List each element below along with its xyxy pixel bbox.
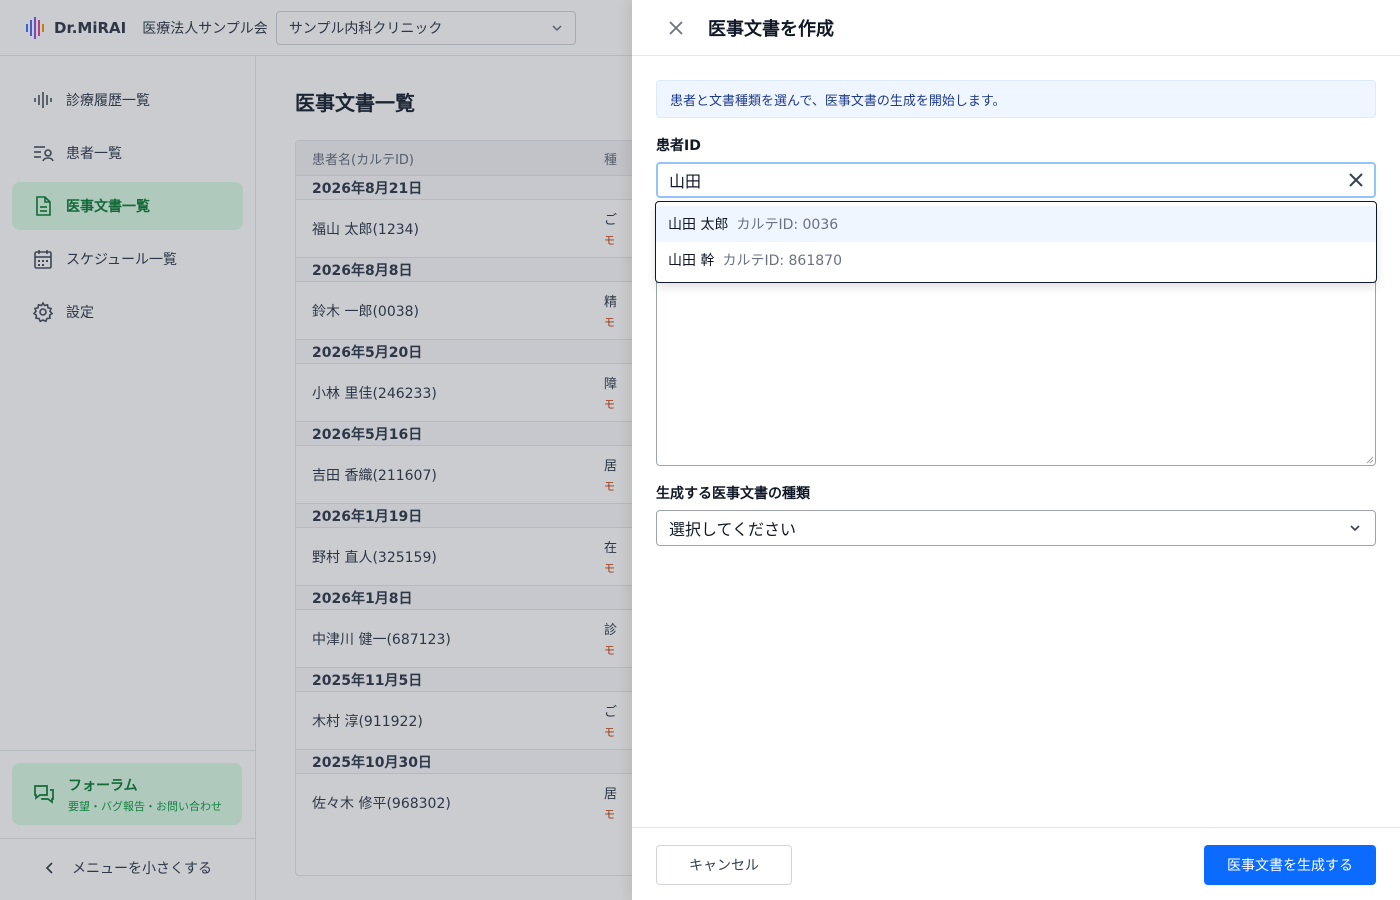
- clear-icon: [1349, 173, 1363, 187]
- clear-input-button[interactable]: [1338, 164, 1374, 196]
- patient-id-input[interactable]: [658, 164, 1338, 196]
- create-document-drawer: 医事文書を作成 患者と文書種類を選んで、医事文書の生成を開始します。 患者ID …: [632, 0, 1400, 900]
- drawer-header: 医事文書を作成: [632, 0, 1400, 56]
- close-button[interactable]: [668, 20, 684, 36]
- suggestion-chart-id: カルテID: 0036: [736, 217, 839, 233]
- suggestion-item[interactable]: 山田 太郎 カルテID: 0036: [656, 206, 1376, 242]
- patient-id-label: 患者ID: [656, 138, 701, 154]
- suggestion-chart-id: カルテID: 861870: [722, 253, 842, 269]
- patient-suggestions-dropdown: 山田 太郎 カルテID: 0036 山田 幹 カルテID: 861870: [655, 201, 1377, 283]
- cancel-button[interactable]: キャンセル: [656, 845, 792, 885]
- generate-document-button[interactable]: 医事文書を生成する: [1204, 845, 1376, 885]
- suggestion-name: 山田 太郎: [668, 217, 729, 233]
- resize-handle-icon[interactable]: [1364, 454, 1374, 464]
- suggestion-item[interactable]: 山田 幹 カルテID: 861870: [656, 242, 1376, 278]
- document-type-placeholder: 選択してください: [669, 520, 797, 539]
- close-icon: [669, 20, 683, 35]
- notes-textarea[interactable]: [656, 270, 1376, 466]
- suggestion-name: 山田 幹: [668, 253, 715, 269]
- info-message: 患者と文書種類を選んで、医事文書の生成を開始します。: [656, 80, 1376, 118]
- patient-id-field: [656, 162, 1376, 198]
- document-type-label: 生成する医事文書の種類: [656, 486, 810, 502]
- drawer-title: 医事文書を作成: [708, 18, 834, 40]
- drawer-footer: キャンセル 医事文書を生成する: [632, 827, 1400, 900]
- document-type-select[interactable]: 選択してください: [656, 510, 1376, 546]
- chevron-down-icon: [1350, 525, 1360, 532]
